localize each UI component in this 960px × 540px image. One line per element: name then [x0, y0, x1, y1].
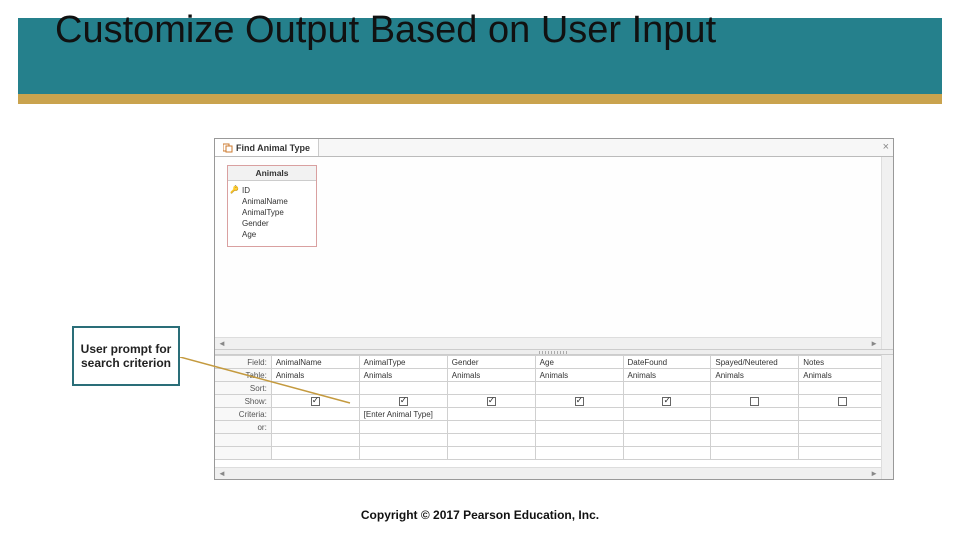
grid-row-show: Show: [215, 395, 893, 408]
cell-field-6[interactable]: Notes [799, 356, 887, 369]
cell-criteria-1[interactable]: [Enter Animal Type] [359, 408, 447, 421]
cell-criteria-4[interactable] [623, 408, 711, 421]
show-checkbox-1[interactable] [399, 397, 408, 406]
cell-criteria-2[interactable] [447, 408, 535, 421]
show-checkbox-6[interactable] [838, 397, 847, 406]
grid-row-field: Field: AnimalName AnimalType Gender Age … [215, 356, 893, 369]
field-gender[interactable]: Gender [232, 218, 312, 229]
callout-box: User prompt for search criterion [72, 326, 180, 386]
show-checkbox-3[interactable] [575, 397, 584, 406]
cell-table-3[interactable]: Animals [535, 369, 623, 382]
row-label-show: Show: [215, 395, 271, 408]
access-query-window: Find Animal Type × Animals ID AnimalName… [214, 138, 894, 480]
cell-field-4[interactable]: DateFound [623, 356, 711, 369]
show-checkbox-0[interactable] [311, 397, 320, 406]
grid-row-sort: Sort: [215, 382, 893, 395]
splitter-grip-icon [539, 351, 569, 354]
qbe-grid[interactable]: Field: AnimalName AnimalType Gender Age … [215, 355, 893, 460]
grid-row-extra1 [215, 434, 893, 447]
field-id[interactable]: ID [232, 185, 312, 196]
scroll-right-icon[interactable]: ► [867, 339, 881, 348]
copyright-text: Copyright © 2017 Pearson Education, Inc. [0, 508, 960, 522]
cell-table-5[interactable]: Animals [711, 369, 799, 382]
upper-scrollbar-horizontal[interactable]: ◄ ► [215, 337, 881, 349]
table-fieldlist-title: Animals [228, 166, 316, 181]
query-tab[interactable]: Find Animal Type [215, 139, 319, 156]
row-label-table: Table: [215, 369, 271, 382]
cell-table-2[interactable]: Animals [447, 369, 535, 382]
cell-criteria-3[interactable] [535, 408, 623, 421]
show-checkbox-4[interactable] [662, 397, 671, 406]
upper-scrollbar-vertical[interactable] [881, 157, 893, 349]
cell-field-3[interactable]: Age [535, 356, 623, 369]
row-label-field: Field: [215, 356, 271, 369]
grid-row-or: or: [215, 421, 893, 434]
row-label-criteria: Criteria: [215, 408, 271, 421]
relationships-pane[interactable]: Animals ID AnimalName AnimalType Gender … [215, 157, 893, 349]
qbe-grid-pane: Field: AnimalName AnimalType Gender Age … [215, 355, 893, 479]
grid-scrollbar-vertical[interactable] [881, 355, 893, 479]
show-checkbox-2[interactable] [487, 397, 496, 406]
cell-field-5[interactable]: Spayed/Neutered [711, 356, 799, 369]
accent-bar [18, 94, 942, 104]
query-tab-label: Find Animal Type [236, 143, 310, 153]
close-tab-button[interactable]: × [883, 141, 889, 153]
field-age[interactable]: Age [232, 229, 312, 240]
field-animalname[interactable]: AnimalName [232, 196, 312, 207]
cell-table-4[interactable]: Animals [623, 369, 711, 382]
cell-criteria-0[interactable] [271, 408, 359, 421]
cell-table-1[interactable]: Animals [359, 369, 447, 382]
cell-criteria-6[interactable] [799, 408, 887, 421]
cell-field-2[interactable]: Gender [447, 356, 535, 369]
query-icon [223, 143, 233, 153]
show-checkbox-5[interactable] [750, 397, 759, 406]
grid-scroll-right-icon[interactable]: ► [867, 469, 881, 478]
grid-scrollbar-horizontal[interactable]: ◄ ► [215, 467, 881, 479]
document-tab-bar: Find Animal Type × [215, 139, 893, 157]
field-animaltype[interactable]: AnimalType [232, 207, 312, 218]
cell-table-0[interactable]: Animals [271, 369, 359, 382]
cell-field-1[interactable]: AnimalType [359, 356, 447, 369]
grid-row-extra2 [215, 447, 893, 460]
cell-field-0[interactable]: AnimalName [271, 356, 359, 369]
scroll-left-icon[interactable]: ◄ [215, 339, 229, 348]
grid-row-criteria: Criteria: [Enter Animal Type] [215, 408, 893, 421]
row-label-or: or: [215, 421, 271, 434]
grid-row-table: Table: Animals Animals Animals Animals A… [215, 369, 893, 382]
cell-criteria-5[interactable] [711, 408, 799, 421]
cell-table-6[interactable]: Animals [799, 369, 887, 382]
table-fieldlist[interactable]: Animals ID AnimalName AnimalType Gender … [227, 165, 317, 247]
slide-title: Customize Output Based on User Input [55, 8, 716, 54]
row-label-sort: Sort: [215, 382, 271, 395]
grid-scroll-left-icon[interactable]: ◄ [215, 469, 229, 478]
